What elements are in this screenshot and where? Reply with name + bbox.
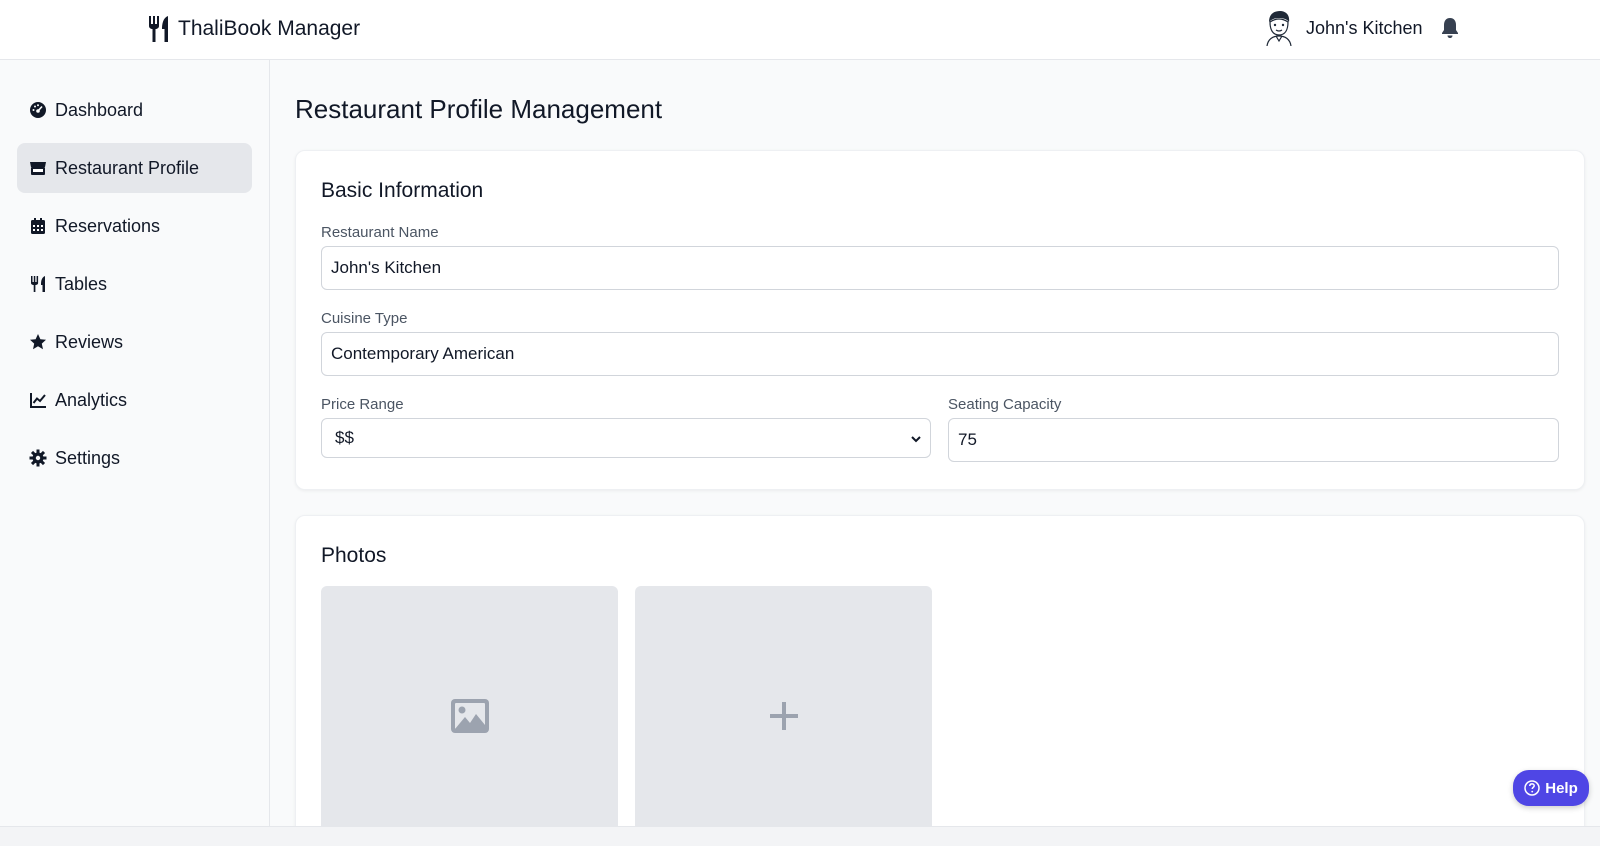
sidebar-item-tables[interactable]: Tables [17,259,252,309]
image-icon [450,699,489,733]
sidebar-item-settings[interactable]: Settings [17,433,252,483]
photos-card: Photos [295,515,1585,846]
restaurant-name-value: John's Kitchen [331,258,442,277]
user-menu[interactable]: John's Kitchen [1264,10,1461,46]
cuisine-type-input[interactable]: Contemporary American [321,332,1559,376]
store-icon [29,159,47,177]
basic-info-card: Basic Information Restaurant Name John's… [295,150,1585,490]
page-title: Restaurant Profile Management [295,94,663,124]
chart-line-icon [29,391,47,409]
add-photo-button[interactable] [635,586,932,846]
restaurant-name-label: Restaurant Name [321,224,439,241]
dashboard-icon [29,101,47,119]
question-circle-icon [1524,780,1540,796]
calendar-icon [29,217,47,235]
sidebar-item-label: Analytics [55,389,128,410]
price-range-value: $$ [335,428,354,447]
seating-capacity-label: Seating Capacity [948,396,1062,413]
utensils-icon [149,16,168,42]
star-icon [29,333,47,351]
bell-icon[interactable] [1439,16,1461,40]
help-button[interactable]: Help [1513,770,1589,806]
section-title: Photos [321,544,387,567]
sidebar-item-label: Tables [55,273,108,294]
user-name[interactable]: John's Kitchen [1306,18,1423,39]
price-range-label: Price Range [321,396,404,413]
seating-capacity-value: 75 [958,430,977,449]
section-title: Basic Information [321,179,484,202]
sidebar: Dashboard Restaurant Profile Reservation… [0,60,270,846]
chevron-down-icon [911,436,921,443]
sidebar-item-label: Dashboard [55,99,144,120]
plus-icon [769,702,798,730]
price-range-select[interactable]: $$ [321,418,931,458]
bottom-bar [0,826,1600,846]
sidebar-item-label: Reservations [55,215,161,236]
utensils-icon [29,275,47,293]
gear-icon [29,449,47,467]
sidebar-item-reviews[interactable]: Reviews [17,317,252,367]
sidebar-item-label: Reviews [55,331,124,352]
sidebar-item-reservations[interactable]: Reservations [17,201,252,251]
sidebar-item-restaurant-profile[interactable]: Restaurant Profile [17,143,252,193]
main-content: Restaurant Profile Management Basic Info… [270,60,1600,846]
cuisine-type-label: Cuisine Type [321,310,408,327]
cuisine-type-value: Contemporary American [331,344,515,363]
help-label: Help [1545,779,1578,797]
sidebar-item-label: Restaurant Profile [55,157,200,178]
brand[interactable]: ThaliBook Manager [146,14,360,44]
sidebar-item-analytics[interactable]: Analytics [17,375,252,425]
app-name: ThaliBook Manager [178,17,361,40]
sidebar-item-label: Settings [55,447,121,468]
sidebar-item-dashboard[interactable]: Dashboard [17,85,252,135]
photo-tile[interactable] [321,586,618,846]
seating-capacity-input[interactable]: 75 [948,418,1559,462]
avatar[interactable] [1264,10,1294,46]
top-bar: ThaliBook Manager John's Kitchen [0,0,1600,60]
restaurant-name-input[interactable]: John's Kitchen [321,246,1559,290]
